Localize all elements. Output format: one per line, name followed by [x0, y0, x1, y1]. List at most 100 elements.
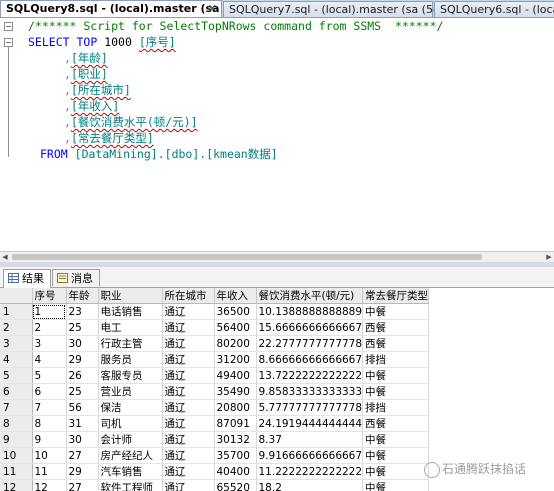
tab-messages[interactable]: 消息 — [52, 269, 100, 286]
table-row[interactable]: 11 11 29 汽车销售 通辽 40400 11.2222222222222 中餐 — [0, 463, 430, 480]
table-cell[interactable]: 15.6666666666667 — [256, 319, 364, 336]
table-row[interactable]: 5 5 26 客服专员 通辽 49400 13.7222222222222 中餐 — [0, 367, 430, 384]
table-cell[interactable]: 2 — [32, 319, 67, 336]
table-cell[interactable]: 18.2 — [256, 479, 364, 491]
table-cell[interactable]: 1 — [32, 303, 67, 320]
table-cell[interactable]: 会计师 — [98, 431, 163, 448]
row-number[interactable]: 10 — [0, 447, 33, 464]
table-cell[interactable]: 通辽 — [162, 383, 215, 400]
table-cell[interactable]: 客服专员 — [98, 367, 163, 384]
table-cell[interactable]: 通辽 — [162, 303, 215, 320]
table-cell[interactable]: 8.37 — [256, 431, 364, 448]
tab-sqlquery6[interactable]: SQLQuery6.sql - (local)... — [434, 1, 554, 17]
column-header[interactable]: 餐饮消费水平(顿/元) — [256, 288, 364, 304]
table-cell[interactable]: 4 — [32, 351, 67, 368]
table-row[interactable]: 12 12 27 软件工程师 通辽 65520 18.2 中餐 — [0, 479, 430, 491]
table-cell[interactable]: 西餐 — [362, 319, 430, 336]
table-cell[interactable]: 56400 — [214, 319, 257, 336]
table-row[interactable]: 4 4 29 服务员 通辽 31200 8.66666666666667 排挡 — [0, 351, 430, 368]
table-cell[interactable]: 中餐 — [362, 383, 430, 400]
table-cell[interactable]: 22.2777777777778 — [256, 335, 364, 352]
scroll-right-icon[interactable]: ▶ — [544, 252, 554, 262]
row-number[interactable]: 12 — [0, 479, 33, 491]
table-cell[interactable]: 5 — [32, 367, 67, 384]
table-cell[interactable]: 电工 — [98, 319, 163, 336]
table-cell[interactable]: 9.91666666666667 — [256, 447, 364, 464]
table-cell[interactable]: 13.7222222222222 — [256, 367, 364, 384]
table-cell[interactable]: 31200 — [214, 351, 257, 368]
table-cell[interactable]: 排挡 — [362, 351, 430, 368]
table-cell[interactable]: 通辽 — [162, 463, 215, 480]
table-row[interactable]: 9 9 30 会计师 通辽 30132 8.37 中餐 — [0, 431, 430, 448]
table-cell[interactable]: 30132 — [214, 431, 257, 448]
table-cell[interactable]: 30 — [66, 335, 99, 352]
table-cell[interactable]: 11.2222222222222 — [256, 463, 364, 480]
table-cell[interactable]: 通辽 — [162, 367, 215, 384]
row-number[interactable]: 9 — [0, 431, 33, 448]
table-cell[interactable]: 西餐 — [362, 335, 430, 352]
table-cell[interactable]: 司机 — [98, 415, 163, 432]
column-header[interactable]: 常去餐厅类型 — [362, 288, 430, 304]
table-row[interactable]: 1 1 23 电话销售 通辽 36500 10.1388888888889 中餐 — [0, 303, 430, 320]
table-cell[interactable]: 30 — [66, 431, 99, 448]
table-cell[interactable]: 36500 — [214, 303, 257, 320]
table-cell[interactable]: 中餐 — [362, 479, 430, 491]
table-cell[interactable]: 西餐 — [362, 415, 430, 432]
table-cell[interactable]: 8 — [32, 415, 67, 432]
editor-horizontal-scrollbar[interactable]: ◀ ▶ — [0, 251, 554, 262]
table-cell[interactable]: 5.77777777777778 — [256, 399, 364, 416]
tab-sqlquery7[interactable]: SQLQuery7.sql - (local).master (sa (54)) — [223, 1, 449, 17]
column-header[interactable]: 年龄 — [66, 288, 99, 304]
table-cell[interactable]: 通辽 — [162, 431, 215, 448]
row-number[interactable]: 11 — [0, 463, 33, 480]
table-cell[interactable]: 29 — [66, 351, 99, 368]
table-cell[interactable]: 行政主管 — [98, 335, 163, 352]
table-cell[interactable]: 中餐 — [362, 463, 430, 480]
table-cell[interactable]: 通辽 — [162, 447, 215, 464]
table-cell[interactable]: 通辽 — [162, 319, 215, 336]
close-icon[interactable]: ✕ — [208, 1, 217, 16]
collapse-icon[interactable]: − — [4, 22, 13, 31]
scroll-left-icon[interactable]: ◀ — [0, 252, 10, 262]
table-cell[interactable]: 29 — [66, 463, 99, 480]
table-row[interactable]: 8 8 31 司机 通辽 87091 24.1919444444444 西餐 — [0, 415, 430, 432]
table-cell[interactable]: 87091 — [214, 415, 257, 432]
table-cell[interactable]: 房产经纪人 — [98, 447, 163, 464]
table-cell[interactable]: 40400 — [214, 463, 257, 480]
row-number[interactable]: 5 — [0, 367, 33, 384]
column-header[interactable]: 序号 — [32, 288, 67, 304]
table-cell[interactable]: 保洁 — [98, 399, 163, 416]
table-cell[interactable]: 9.85833333333333 — [256, 383, 364, 400]
table-cell[interactable]: 服务员 — [98, 351, 163, 368]
table-cell[interactable]: 排挡 — [362, 399, 430, 416]
table-cell[interactable]: 3 — [32, 335, 67, 352]
row-number[interactable]: 6 — [0, 383, 33, 400]
table-row[interactable]: 2 2 25 电工 通辽 56400 15.6666666666667 西餐 — [0, 319, 430, 336]
table-cell[interactable]: 11 — [32, 463, 67, 480]
table-cell[interactable]: 通辽 — [162, 351, 215, 368]
table-cell[interactable]: 27 — [66, 447, 99, 464]
table-cell[interactable]: 营业员 — [98, 383, 163, 400]
row-number[interactable]: 1 — [0, 303, 33, 320]
scrollbar-thumb[interactable] — [12, 254, 482, 260]
table-cell[interactable]: 49400 — [214, 367, 257, 384]
table-cell[interactable]: 56 — [66, 399, 99, 416]
table-cell[interactable]: 6 — [32, 383, 67, 400]
table-cell[interactable]: 80200 — [214, 335, 257, 352]
table-cell[interactable]: 9 — [32, 431, 67, 448]
table-cell[interactable]: 26 — [66, 367, 99, 384]
table-cell[interactable]: 10.1388888888889 — [256, 303, 364, 320]
table-row[interactable]: 3 3 30 行政主管 通辽 80200 22.2777777777778 西餐 — [0, 335, 430, 352]
table-cell[interactable]: 35700 — [214, 447, 257, 464]
table-cell[interactable]: 中餐 — [362, 447, 430, 464]
table-cell[interactable]: 通辽 — [162, 415, 215, 432]
row-number[interactable]: 3 — [0, 335, 33, 352]
table-cell[interactable]: 24.1919444444444 — [256, 415, 364, 432]
table-cell[interactable]: 电话销售 — [98, 303, 163, 320]
table-cell[interactable]: 中餐 — [362, 431, 430, 448]
table-row[interactable]: 7 7 56 保洁 通辽 20800 5.77777777777778 排挡 — [0, 399, 430, 416]
table-cell[interactable]: 65520 — [214, 479, 257, 491]
table-cell[interactable]: 31 — [66, 415, 99, 432]
table-cell[interactable]: 中餐 — [362, 303, 430, 320]
table-cell[interactable]: 通辽 — [162, 335, 215, 352]
